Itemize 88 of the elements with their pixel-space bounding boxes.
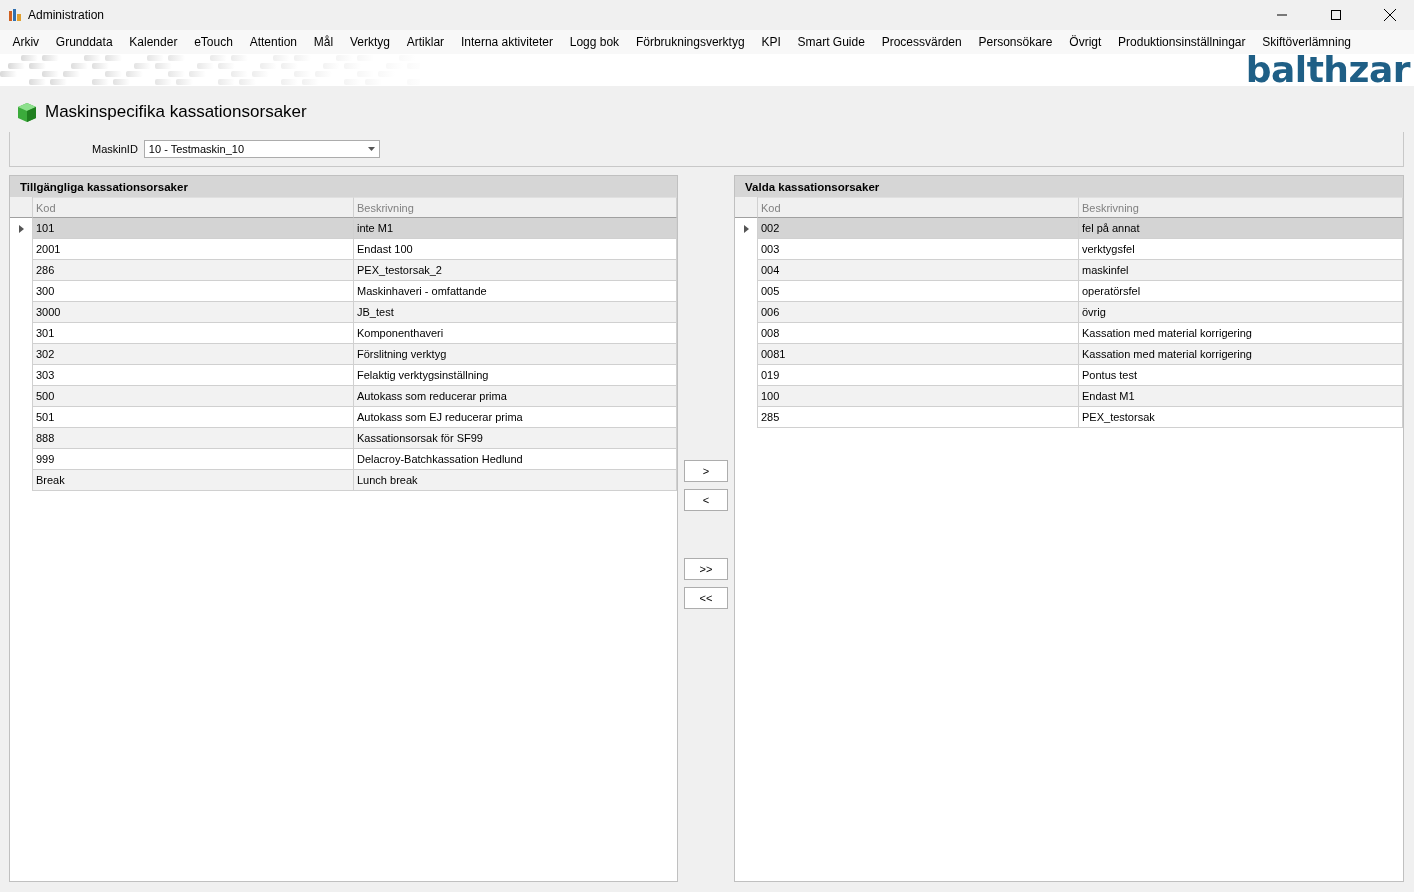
row-header-corner xyxy=(735,197,758,218)
table-cell: Autokass som EJ reducerar prima xyxy=(354,407,677,428)
menu-item[interactable]: Mål xyxy=(305,35,342,49)
table-cell: Felaktig verktygsinställning xyxy=(354,365,677,386)
table-cell: Maskinhaveri - omfattande xyxy=(354,281,677,302)
move-button[interactable]: >> xyxy=(684,558,728,580)
table-cell: Kassation med material korrigering xyxy=(1079,344,1403,365)
caret-icon xyxy=(367,147,375,151)
table-cell: 999 xyxy=(33,449,354,470)
table-cell: maskinfel xyxy=(1079,260,1403,281)
table-cell: 019 xyxy=(758,365,1079,386)
menu-item[interactable]: KPI xyxy=(753,35,790,49)
app-icon xyxy=(8,8,22,22)
table-cell: Förslitning verktyg xyxy=(354,344,677,365)
table-cell: övrig xyxy=(1079,302,1403,323)
menu-item[interactable]: Artiklar xyxy=(398,35,453,49)
table-cell: Delacroy-Batchkassation Hedlund xyxy=(354,449,677,470)
row-pointer-icon xyxy=(743,224,749,233)
table-cell: 285 xyxy=(758,407,1079,428)
table-cell: Break xyxy=(33,470,354,491)
table-cell: Pontus test xyxy=(1079,365,1403,386)
menu-item[interactable]: Övrigt xyxy=(1060,35,1110,49)
table-cell: 501 xyxy=(33,407,354,428)
table-cell: 3000 xyxy=(33,302,354,323)
table-cell: 100 xyxy=(758,386,1079,407)
table-cell: Komponenthaveri xyxy=(354,323,677,344)
table-cell: 500 xyxy=(33,386,354,407)
panel-title: Valda kassationsorsaker xyxy=(735,176,1403,197)
table-cell: 006 xyxy=(758,302,1079,323)
menu-item[interactable]: Förbrukningsverktyg xyxy=(627,35,753,49)
table-cell: 004 xyxy=(758,260,1079,281)
table-cell: fel på annat xyxy=(1079,218,1403,239)
maximize-icon xyxy=(1331,10,1341,20)
menu-item[interactable]: Processvärden xyxy=(873,35,971,49)
menu-item[interactable]: Smart Guide xyxy=(789,35,874,49)
table-cell: 0081 xyxy=(758,344,1079,365)
close-icon xyxy=(1384,9,1396,21)
logo: balthzar xyxy=(1245,54,1410,86)
table-cell: inte M1 xyxy=(354,218,677,239)
table-cell: PEX_testorsak_2 xyxy=(354,260,677,281)
menu-item[interactable]: Produktionsinställningar xyxy=(1109,35,1254,49)
table-cell: verktygsfel xyxy=(1079,239,1403,260)
table-cell: Autokass som reducerar prima xyxy=(354,386,677,407)
move-button[interactable]: > xyxy=(684,460,728,482)
move-button[interactable]: << xyxy=(684,587,728,609)
table-cell: Kassation med material korrigering xyxy=(1079,323,1403,344)
machine-dropdown[interactable]: 10 - Testmaskin_10 xyxy=(143,140,380,158)
column-header[interactable]: Kod xyxy=(33,197,354,218)
table-cell: Kassationsorsak för SF99 xyxy=(354,428,677,449)
move-button[interactable]: < xyxy=(684,489,728,511)
page-title: Maskinspecifika kassationsorsaker xyxy=(45,102,307,122)
table-cell: Endast M1 xyxy=(1079,386,1403,407)
table-cell: 888 xyxy=(33,428,354,449)
column-header[interactable]: Kod xyxy=(758,197,1079,218)
menu-item[interactable]: Attention xyxy=(241,35,306,49)
row-header-corner xyxy=(10,197,33,218)
row-pointer-icon xyxy=(18,224,24,233)
table-cell: 008 xyxy=(758,323,1079,344)
menu-item[interactable]: Logg bok xyxy=(561,35,628,49)
table-cell: 300 xyxy=(33,281,354,302)
table-cell: 301 xyxy=(33,323,354,344)
table-cell: operatörsfel xyxy=(1079,281,1403,302)
table-cell: 005 xyxy=(758,281,1079,302)
menu-item[interactable]: Skiftöverlämning xyxy=(1253,35,1360,49)
menu-item[interactable]: Arkiv xyxy=(4,35,48,49)
column-header[interactable]: Beskrivning xyxy=(1079,197,1403,218)
menu-item[interactable]: Kalender xyxy=(120,35,186,49)
table-cell: Endast 100 xyxy=(354,239,677,260)
panel-title: Tillgängliga kassationsorsaker xyxy=(10,176,677,197)
table-cell: 101 xyxy=(33,218,354,239)
table-cell: 286 xyxy=(33,260,354,281)
table-cell: 302 xyxy=(33,344,354,365)
table-cell: 303 xyxy=(33,365,354,386)
menu-item[interactable]: eTouch xyxy=(185,35,242,49)
field-label: MaskinID xyxy=(92,143,138,155)
table-cell: 003 xyxy=(758,239,1079,260)
table-cell: Lunch break xyxy=(354,470,677,491)
menu-item[interactable]: Interna aktiviteter xyxy=(452,35,562,49)
menu-item[interactable]: Personsökare xyxy=(970,35,1061,49)
table-cell: PEX_testorsak xyxy=(1079,407,1403,428)
cube-icon xyxy=(15,100,39,124)
menu-item[interactable]: Verktyg xyxy=(341,35,399,49)
menu-item[interactable]: Grunddata xyxy=(47,35,121,49)
table-cell: 002 xyxy=(758,218,1079,239)
table-cell: 2001 xyxy=(33,239,354,260)
column-header[interactable]: Beskrivning xyxy=(354,197,677,218)
table-cell: JB_test xyxy=(354,302,677,323)
window-title: Administration xyxy=(28,8,106,22)
